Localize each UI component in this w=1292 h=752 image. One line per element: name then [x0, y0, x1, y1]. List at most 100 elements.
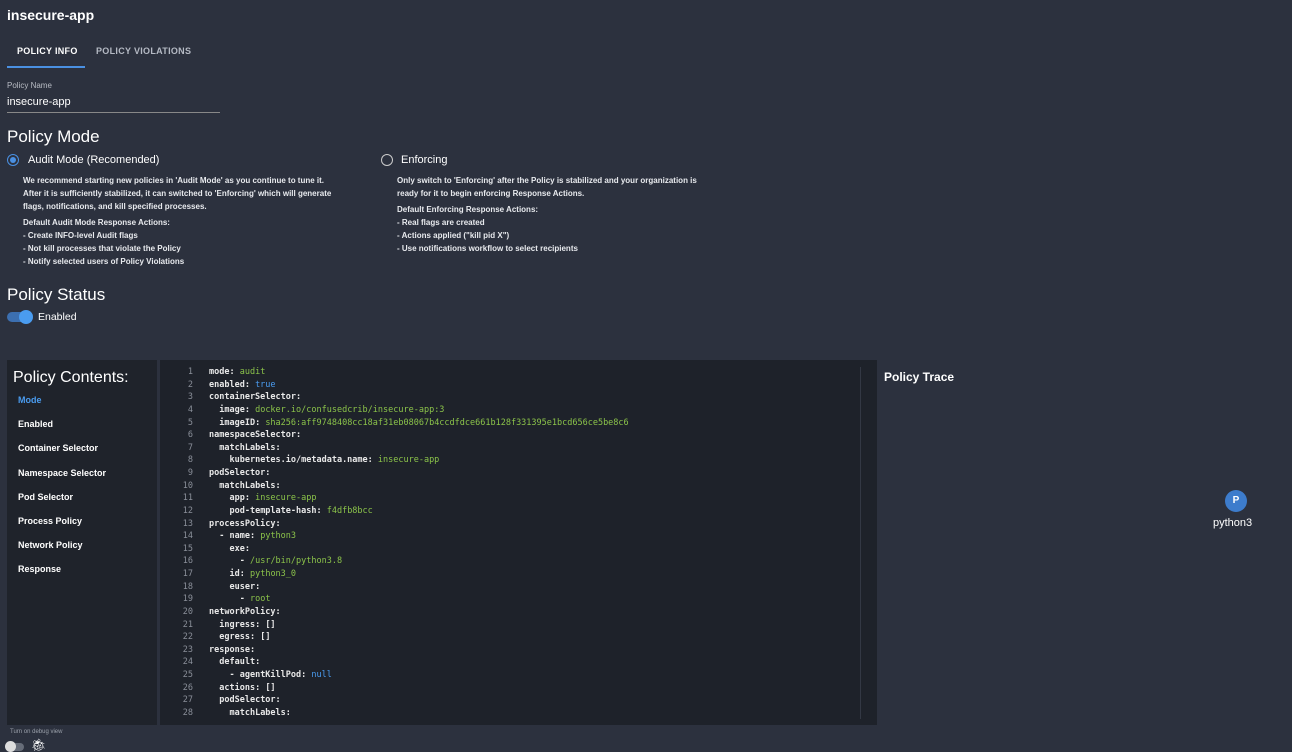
- code-line: podSelector:: [209, 468, 270, 478]
- code-key: exe:: [229, 543, 250, 554]
- line-number: 14: [182, 531, 193, 542]
- page-title: insecure-app: [7, 7, 95, 23]
- contents-item[interactable]: Process Policy: [18, 516, 82, 526]
- code-key: default:: [219, 657, 261, 668]
- code-line: networkPolicy:: [209, 607, 281, 617]
- editor-scrollbar[interactable]: [860, 367, 871, 719]
- audit-mode-description: We recommend starting new policies in 'A…: [23, 176, 332, 266]
- line-number: 2: [187, 379, 193, 390]
- line-number: 13: [182, 518, 193, 529]
- code-value: []: [265, 682, 276, 693]
- code-line: mode: audit: [209, 367, 265, 377]
- contents-item[interactable]: Namespace Selector: [18, 468, 106, 478]
- policy-mode-heading: Policy Mode: [7, 127, 100, 146]
- code-value: true: [255, 379, 276, 390]
- enforcing-radio[interactable]: [381, 154, 393, 166]
- code-key: mode:: [209, 367, 240, 377]
- audit-mode-label[interactable]: Audit Mode (Recomended): [28, 154, 159, 166]
- code-key: - agentKillPod:: [229, 670, 312, 681]
- line-number: 26: [182, 682, 193, 693]
- code-line: containerSelector:: [209, 392, 301, 402]
- line-number: 19: [182, 594, 193, 605]
- contents-item[interactable]: Network Policy: [18, 540, 83, 550]
- code-value: insecure-app: [255, 493, 317, 504]
- code-key: actions:: [219, 682, 266, 693]
- code-key: kubernetes.io/metadata.name:: [229, 455, 378, 466]
- policy-name-input[interactable]: insecure-app: [7, 96, 220, 113]
- code-line: imageID: sha256:aff9748408cc18af31eb0806…: [209, 417, 629, 428]
- code-key: -: [239, 594, 250, 605]
- line-number: 9: [187, 468, 193, 479]
- line-number: 21: [182, 619, 193, 630]
- line-number: 7: [187, 442, 193, 453]
- process-node-label: python3: [1213, 517, 1253, 529]
- code-line: image: docker.io/confusedcrib/insecure-a…: [209, 405, 444, 415]
- line-number: 3: [187, 392, 193, 403]
- code-value: audit: [239, 367, 266, 377]
- code-key: euser:: [229, 581, 261, 592]
- policy-yaml-editor[interactable]: 1 mode: audit 2 enabled: true 3 containerSele…: [160, 360, 877, 725]
- code-key: imageID:: [219, 417, 266, 428]
- line-number: 8: [187, 455, 193, 466]
- tab-policy-violations[interactable]: POLICY VIOLATIONS: [96, 46, 191, 56]
- code-value: f4dfb8bcc: [326, 505, 373, 516]
- code-line: id: python3_0: [209, 569, 296, 579]
- code-line: - name: python3: [209, 531, 296, 541]
- policy-name-label: Policy Name: [7, 81, 52, 90]
- line-number: 12: [182, 505, 193, 516]
- line-number: 25: [182, 670, 193, 681]
- code-key: ingress:: [219, 619, 266, 630]
- line-number: 17: [182, 569, 193, 580]
- contents-item[interactable]: Response: [18, 564, 61, 574]
- line-number: 5: [187, 417, 193, 428]
- code-value: sha256:aff9748408cc18af31eb08067b4ccdfdc…: [265, 417, 629, 428]
- code-key: egress:: [219, 632, 261, 643]
- policy-status-toggle[interactable]: [7, 310, 33, 324]
- line-number: 20: [182, 606, 193, 617]
- audit-mode-radio[interactable]: [7, 154, 19, 166]
- code-line: egress: []: [209, 632, 270, 642]
- debug-view-label: Turn on debug view: [10, 729, 63, 735]
- enforcing-label[interactable]: Enforcing: [401, 154, 447, 166]
- code-key: - name:: [219, 531, 261, 542]
- code-key: enabled:: [209, 379, 256, 390]
- code-key: networkPolicy:: [209, 606, 281, 617]
- code-value: python3_0: [249, 569, 297, 580]
- code-line: app: insecure-app: [209, 493, 317, 504]
- line-number: 24: [182, 657, 193, 668]
- code-value: null: [311, 670, 332, 681]
- contents-item[interactable]: Pod Selector: [18, 492, 73, 502]
- code-key: response:: [209, 644, 256, 655]
- line-number: 28: [182, 708, 193, 718]
- code-line: euser:: [209, 582, 260, 592]
- code-line: enabled: true: [209, 380, 276, 390]
- line-number: 11: [182, 493, 193, 504]
- line-number: 6: [187, 430, 193, 441]
- contents-item[interactable]: Enabled: [18, 419, 53, 429]
- code-line: matchLabels:: [209, 708, 290, 718]
- line-number: 10: [182, 480, 193, 491]
- code-line: exe:: [209, 543, 250, 554]
- line-number: 4: [187, 404, 193, 415]
- code-line: - /usr/bin/python3.8: [209, 556, 342, 566]
- debug-view-toggle[interactable]: [5, 741, 24, 752]
- contents-item[interactable]: Container Selector: [18, 443, 98, 453]
- line-number: 15: [182, 543, 193, 554]
- code-line: - root: [209, 594, 271, 605]
- tab-policy-info[interactable]: POLICY INFO: [17, 46, 78, 56]
- process-node-icon[interactable]: P: [1225, 490, 1247, 512]
- contents-item[interactable]: Mode: [18, 395, 42, 405]
- code-key: -: [239, 556, 250, 567]
- bug-icon: 🐞︎: [31, 738, 47, 752]
